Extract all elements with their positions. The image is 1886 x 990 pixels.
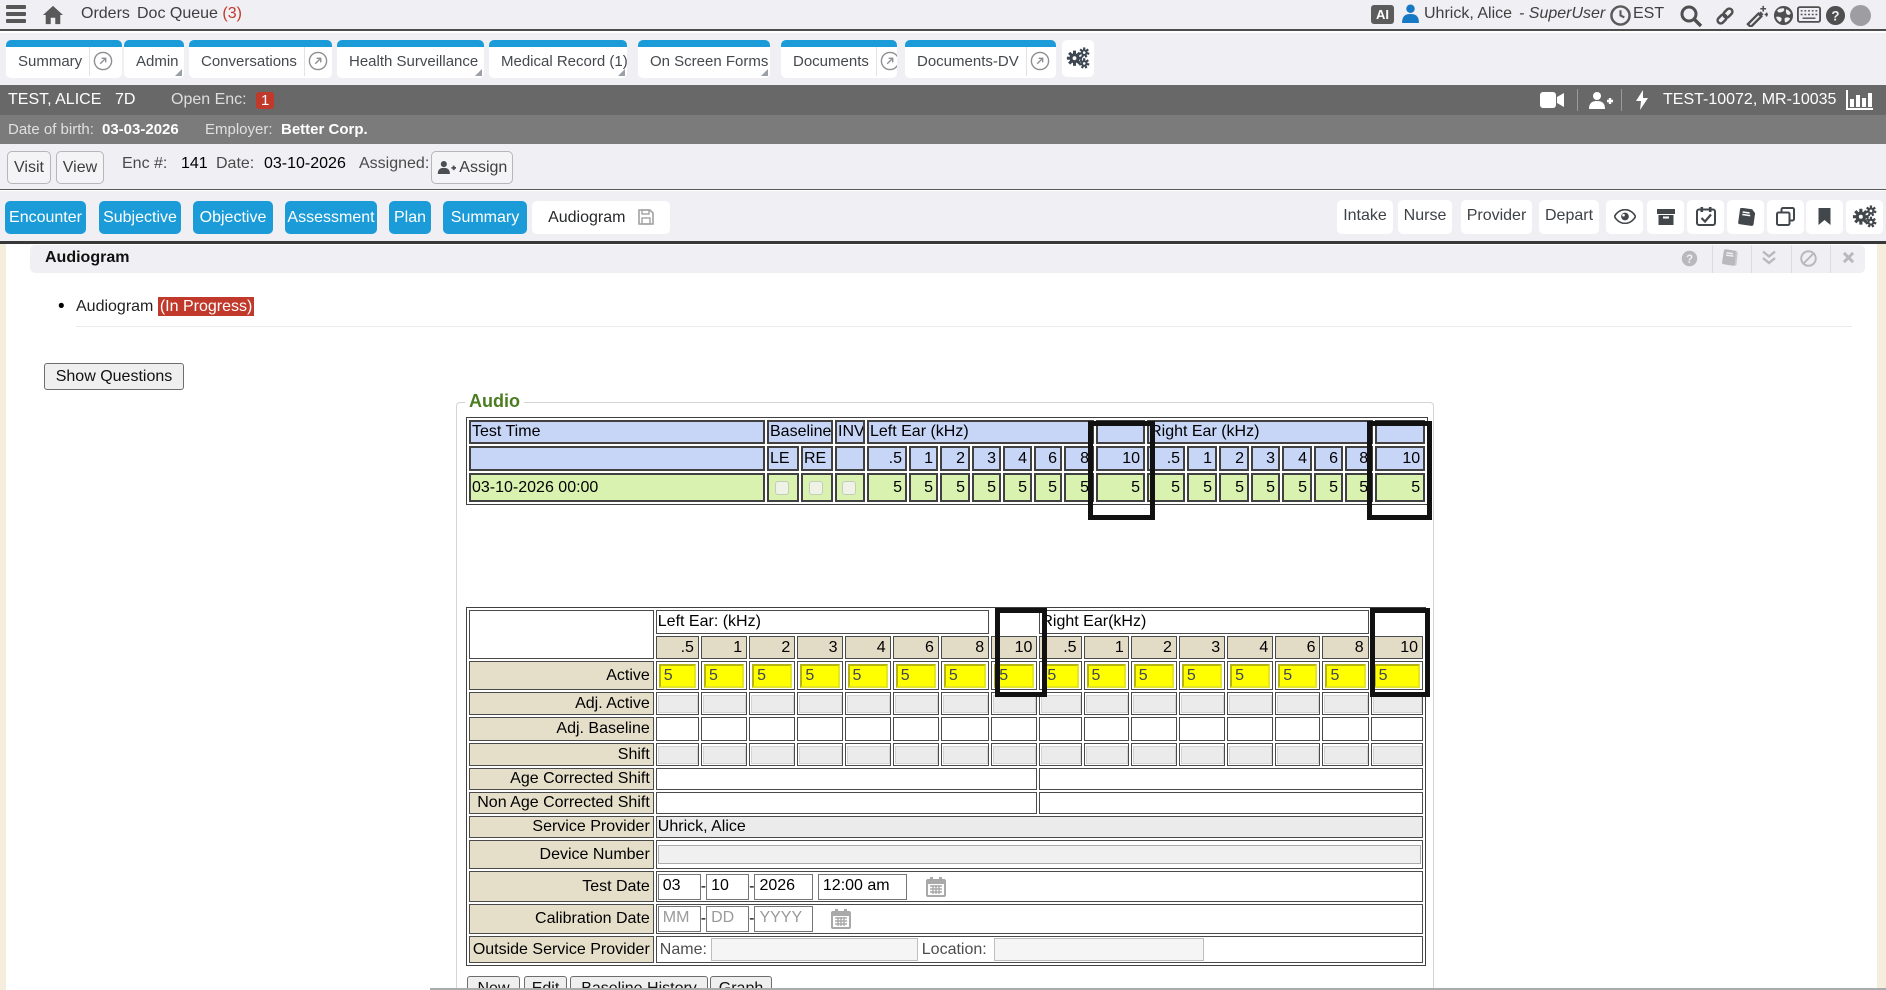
svg-text:?: ? — [1831, 8, 1839, 23]
svg-text:?: ? — [1686, 254, 1693, 266]
